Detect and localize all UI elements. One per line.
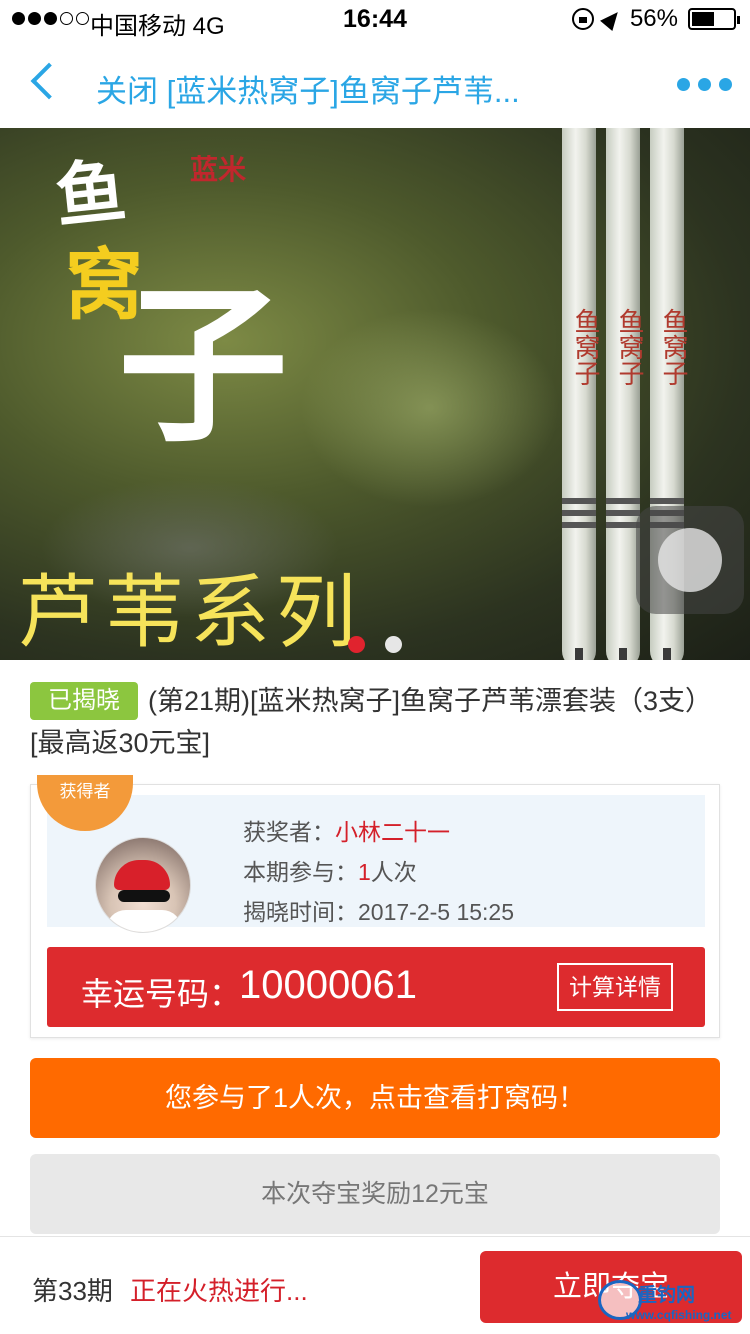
assistive-touch-button[interactable] bbox=[636, 506, 744, 614]
carousel-indicators bbox=[348, 636, 402, 653]
participation-row: 本期参与：1人次 bbox=[243, 859, 417, 885]
winner-ribbon: 获得者 bbox=[37, 775, 133, 831]
battery-icon bbox=[688, 8, 740, 30]
product-image-carousel[interactable]: 鱼 蓝米 窝 子 芦苇系列 鱼窝子 鱼窝子 鱼窝子 bbox=[0, 128, 750, 660]
winner-info-panel: 获奖者：小林二十一 本期参与：1人次 揭晓时间：2017-2-5 15:25 bbox=[47, 795, 705, 933]
battery-percent: 56% bbox=[629, 5, 678, 32]
period-status[interactable]: 正在火热进行... bbox=[130, 1271, 308, 1308]
float-image: 鱼窝子 bbox=[606, 128, 645, 660]
hero-seal: 蓝米 bbox=[190, 154, 247, 185]
winner-avatar[interactable] bbox=[95, 837, 191, 933]
reward-notice: 本次夺宝奖励12元宝 bbox=[30, 1154, 720, 1234]
lucky-number-bar: 幸运号码： 10000061 计算详情 bbox=[47, 947, 705, 1027]
more-options-icon[interactable] bbox=[677, 78, 732, 91]
participation-count: 1 bbox=[358, 859, 371, 885]
product-title: 已揭晓 (第21期)[蓝米热窝子]鱼窝子芦苇漂套装（3支）[最高返30元宝] bbox=[30, 680, 720, 764]
hero-series-text: 芦苇系列 bbox=[18, 566, 362, 659]
winner-card: 获奖者：小林二十一 本期参与：1人次 揭晓时间：2017-2-5 15:25 获… bbox=[30, 775, 720, 1038]
lucky-number: 10000061 bbox=[239, 963, 417, 1007]
winner-row: 获奖者：小林二十一 bbox=[243, 819, 450, 845]
carousel-dot-2[interactable] bbox=[385, 636, 402, 653]
hero-calligraphy-big: 子 bbox=[118, 266, 289, 466]
status-badge: 已揭晓 bbox=[30, 682, 138, 720]
current-period: 第33期 bbox=[32, 1276, 113, 1306]
carousel-dot-1[interactable] bbox=[348, 636, 365, 653]
nav-title[interactable]: 关闭 [蓝米热窝子]鱼窝子芦苇... bbox=[96, 66, 616, 111]
view-codes-button[interactable]: 您参与了1人次，点击查看打窝码！ bbox=[30, 1058, 720, 1138]
reveal-time-row: 揭晓时间：2017-2-5 15:25 bbox=[243, 899, 515, 925]
status-right: 56% bbox=[571, 5, 740, 33]
calc-details-button[interactable]: 计算详情 bbox=[557, 963, 673, 1011]
lucky-number-label: 幸运号码： bbox=[81, 976, 242, 1012]
nav-bar: 关闭 [蓝米热窝子]鱼窝子芦苇... bbox=[0, 40, 750, 128]
orientation-lock-icon bbox=[571, 8, 594, 30]
reveal-time: 2017-2-5 15:25 bbox=[358, 899, 515, 925]
back-chevron-icon[interactable] bbox=[30, 62, 68, 100]
status-bar: 中国移动 4G 16:44 56% bbox=[0, 0, 750, 40]
site-watermark: 重钓网 www.cqfishing.net bbox=[598, 1272, 748, 1330]
location-arrow-icon bbox=[600, 6, 624, 32]
float-image: 鱼窝子 bbox=[562, 128, 601, 660]
winner-name[interactable]: 小林二十一 bbox=[335, 819, 450, 845]
